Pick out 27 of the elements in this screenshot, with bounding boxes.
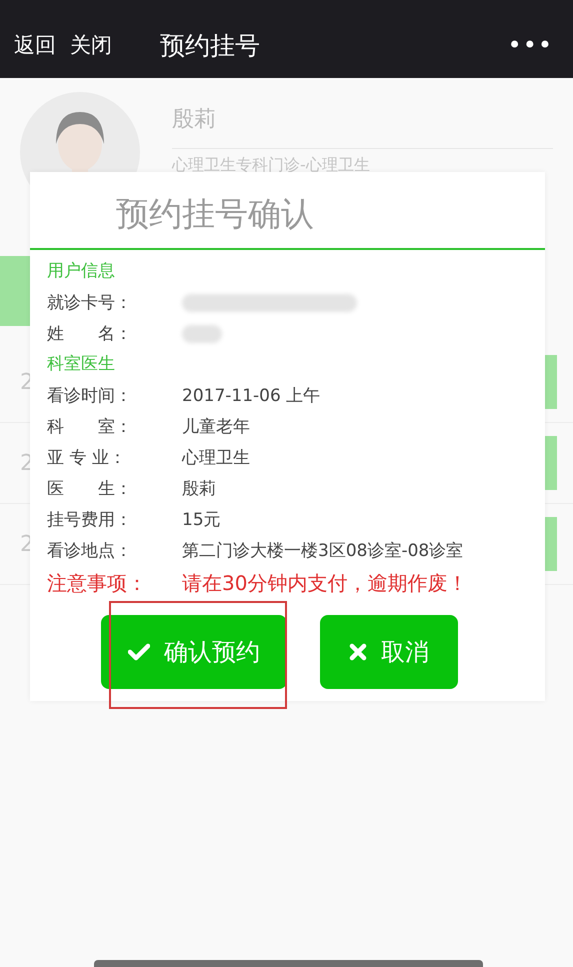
section-heading: 科室医生 [47, 353, 116, 376]
field-value: 15元 [182, 509, 221, 531]
field-value: 第二门诊大楼一楼3区08诊室-08诊室 [182, 540, 464, 562]
page-title: 预约挂号 [160, 30, 261, 62]
notice-label: 注意事项： [47, 570, 148, 597]
field-label: 姓 名： [47, 323, 133, 345]
close-link[interactable]: 关闭 [70, 31, 112, 59]
notice-text: 请在30分钟内支付，逾期作废！ [182, 570, 468, 597]
field-value: 2017-11-06 上午 [182, 385, 320, 407]
more-button[interactable]: ••• [508, 31, 553, 59]
close-icon [349, 643, 367, 661]
dialog-title: 预约挂号确认 [30, 172, 545, 250]
field-label: 挂号费用： [47, 509, 133, 531]
field-label: 看诊时间： [47, 385, 133, 407]
back-link[interactable]: 返回 [14, 31, 56, 59]
field-value: 殷莉 [182, 478, 216, 500]
field-label: 看诊地点： [47, 540, 133, 562]
check-icon [128, 643, 150, 661]
field-label: 就诊卡号： [47, 292, 133, 314]
field-value: 儿童老年 [182, 416, 250, 438]
field-label: 科 室： [47, 416, 133, 438]
field-value: 心理卫生 [182, 447, 250, 469]
side-tab[interactable] [0, 256, 30, 326]
field-label: 亚 专 业： [47, 447, 127, 469]
doctor-name: 殷莉 [172, 92, 553, 149]
section-heading: 用户信息 [47, 260, 116, 283]
field-label: 医 生： [47, 478, 133, 500]
